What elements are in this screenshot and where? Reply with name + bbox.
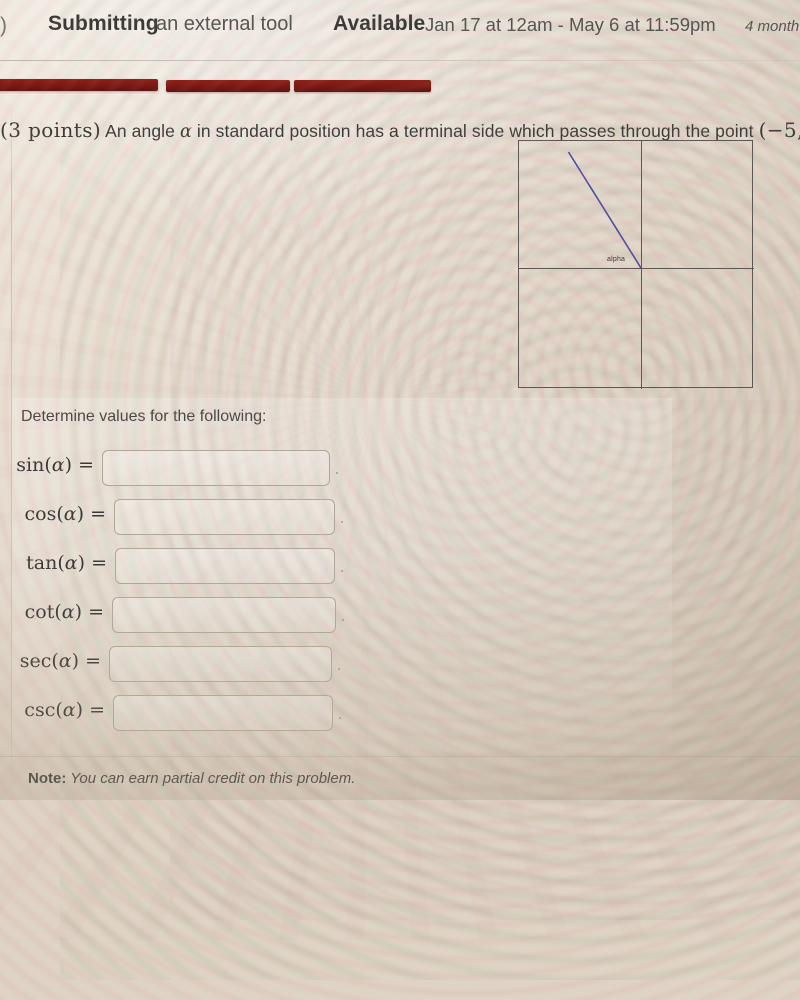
answer-input-sec[interactable]	[109, 646, 332, 682]
external-tool-label: an external tool	[156, 13, 293, 35]
paren-close: )	[77, 552, 86, 574]
determine-prompt: Determine values for the following:	[21, 408, 267, 425]
equals-sign: =	[83, 699, 105, 721]
answer-row: cos(α) =	[12, 499, 662, 537]
paren-open: (	[51, 650, 59, 672]
alpha-angle-label: alpha	[607, 256, 626, 263]
availability-dates: Jan 17 at 12am - May 6 at 11:59pm	[425, 14, 716, 35]
paren-open: (	[44, 454, 52, 476]
answer-input-sin[interactable]	[102, 450, 330, 486]
answer-input-cot[interactable]	[112, 597, 336, 633]
function-name: csc	[24, 699, 56, 721]
photographed-screen-page: ) Submitting an external tool Available …	[0, 0, 800, 1000]
function-name: sec	[19, 650, 52, 672]
speck	[338, 668, 340, 670]
angle-graph: alpha	[518, 140, 754, 389]
answer-row: csc(α) =	[12, 695, 662, 733]
equals-sign: =	[82, 601, 104, 623]
partial-credit-note: Note: You can earn partial credit on thi…	[28, 770, 355, 787]
problem-statement: (3 points) An angle α in standard positi…	[0, 118, 800, 142]
angle-symbol: α	[179, 122, 192, 142]
note-text: You can earn partial credit on this prob…	[66, 770, 356, 787]
paren-close: )	[76, 503, 85, 525]
redaction-bar	[0, 79, 158, 91]
header-divider	[0, 60, 800, 61]
answer-row: tan(α) =	[12, 548, 662, 586]
answer-input-cos[interactable]	[114, 499, 335, 535]
paren-close: )	[71, 650, 80, 672]
function-name: sin	[16, 454, 45, 476]
equals-sign: =	[72, 454, 94, 476]
equals-sign: =	[79, 650, 101, 672]
redaction-bar	[294, 80, 431, 92]
answer-label-cos: cos(α) =	[25, 503, 107, 525]
function-argument: α	[51, 454, 65, 476]
answer-input-csc[interactable]	[113, 695, 333, 731]
answer-label-tan: tan(α) =	[26, 552, 107, 574]
answer-label-sin: sin(α) =	[16, 454, 94, 476]
terminal-point: (−5, 8)	[758, 118, 800, 142]
paren-open: (	[56, 503, 64, 525]
function-argument: α	[62, 699, 76, 721]
answer-label-cot: cot(α) =	[25, 601, 104, 623]
answer-row: sec(α) =	[12, 646, 662, 684]
problem-text-before: An angle	[101, 121, 180, 141]
equals-sign: =	[85, 552, 107, 574]
function-name: tan	[26, 552, 58, 574]
function-argument: α	[64, 552, 78, 574]
paren-open: (	[54, 601, 62, 623]
answer-label-sec: sec(α) =	[20, 650, 101, 672]
answer-label-csc: csc(α) =	[24, 699, 105, 721]
paren-close: )	[75, 699, 84, 721]
terminal-ray-svg	[567, 151, 642, 269]
note-prefix: Note:	[28, 770, 67, 787]
speck	[342, 619, 344, 621]
answer-input-tan[interactable]	[115, 548, 335, 584]
submitting-label: Submitting	[48, 12, 159, 35]
problem-points: (3 points)	[0, 118, 102, 142]
paren-close: )	[64, 454, 73, 476]
answer-row: cot(α) =	[12, 597, 662, 635]
function-argument: α	[61, 601, 75, 623]
answers-panel: Determine values for the following: sin(…	[12, 398, 672, 753]
assignment-header: ) Submitting an external tool Available …	[0, 0, 800, 62]
redaction-bar	[166, 80, 290, 92]
header-cut-character: )	[0, 14, 7, 37]
function-name: cot	[24, 601, 55, 623]
function-argument: α	[58, 650, 72, 672]
problem-text-middle: in standard position has a terminal side…	[191, 121, 759, 141]
speck	[336, 472, 338, 474]
speck	[339, 717, 341, 719]
paren-close: )	[74, 601, 83, 623]
function-argument: α	[63, 503, 77, 525]
page-bottom-edge	[0, 756, 800, 757]
paren-open: (	[57, 552, 65, 574]
available-label: Available	[333, 12, 426, 35]
equals-sign: =	[84, 503, 106, 525]
duration-label: 4 month	[745, 18, 800, 35]
function-name: cos	[24, 503, 57, 525]
answer-row: sin(α) =	[12, 450, 662, 488]
paren-open: (	[55, 699, 63, 721]
speck	[341, 570, 343, 572]
speck	[341, 521, 343, 523]
